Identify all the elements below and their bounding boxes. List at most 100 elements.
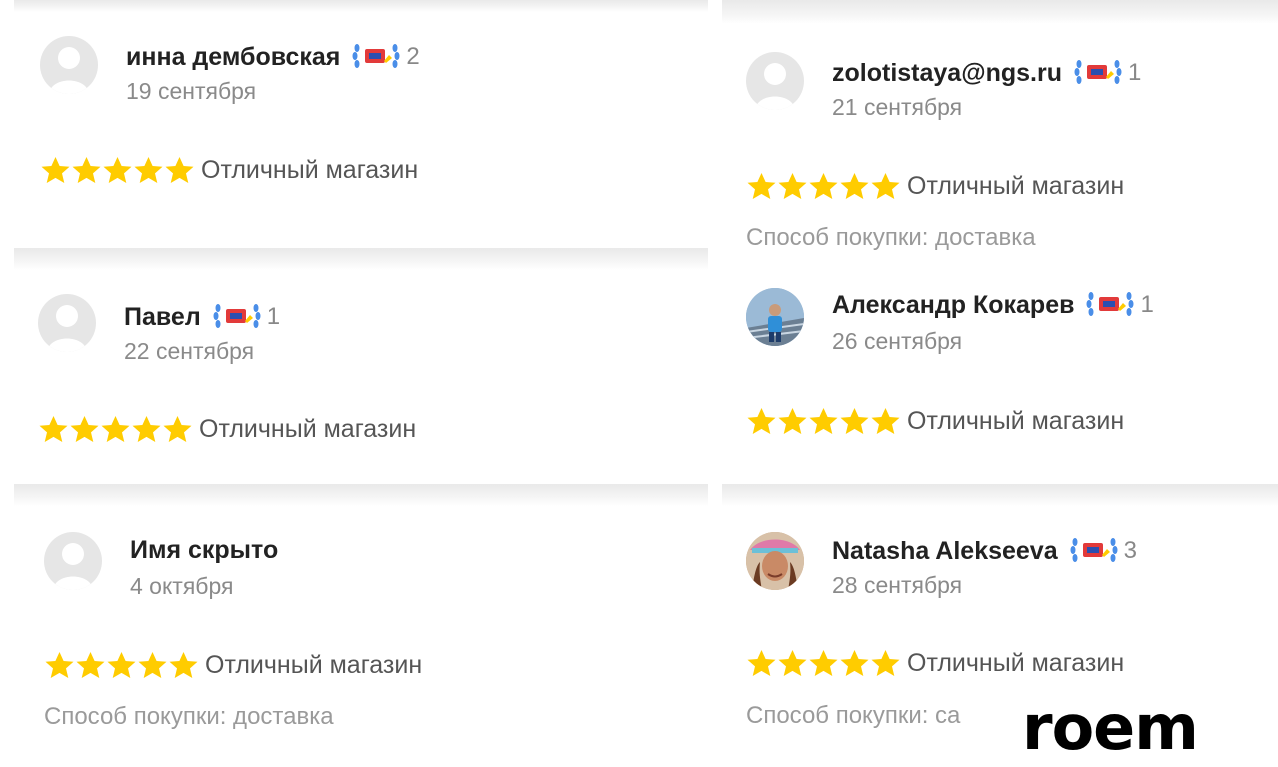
reviewer-name[interactable]: Имя скрыто bbox=[130, 536, 278, 565]
purchase-method: Способ покупки: доставка bbox=[44, 703, 334, 730]
star-icon bbox=[102, 155, 133, 185]
star-icon bbox=[777, 171, 808, 201]
review-count: 3 bbox=[1123, 537, 1137, 564]
star-icon bbox=[38, 414, 69, 444]
purchase-method: Способ покупки: самовывоз bbox=[746, 458, 1057, 460]
star-icon bbox=[870, 648, 901, 678]
card-divider bbox=[14, 484, 708, 506]
avatar[interactable] bbox=[38, 294, 96, 352]
star-icon bbox=[71, 155, 102, 185]
star-icon bbox=[162, 414, 193, 444]
review-date: 4 октября bbox=[130, 573, 234, 599]
purchase-method: Способ покупки: доставка bbox=[746, 224, 1036, 251]
rating: Отличный магазин bbox=[44, 650, 422, 680]
star-rating bbox=[746, 406, 901, 436]
star-icon bbox=[870, 171, 901, 201]
review-date: 22 сентября bbox=[124, 338, 255, 364]
star-rating bbox=[44, 650, 199, 680]
card-divider bbox=[14, 248, 708, 270]
star-icon bbox=[40, 155, 71, 185]
star-icon bbox=[870, 406, 901, 436]
card-divider bbox=[722, 484, 1278, 506]
star-rating bbox=[40, 155, 195, 185]
rating: Отличный магазин bbox=[746, 171, 1124, 201]
reviewer-name-text: Имя скрыто bbox=[130, 536, 279, 564]
purchase-method: Способ покупки: доставка bbox=[40, 206, 330, 208]
review-title: Отличный магазин bbox=[907, 648, 1125, 677]
star-icon bbox=[777, 648, 808, 678]
star-icon bbox=[131, 414, 162, 444]
review-date: 28 сентября bbox=[832, 572, 963, 598]
star-icon bbox=[44, 650, 75, 680]
user-silhouette-icon bbox=[53, 543, 93, 590]
user-silhouette-icon bbox=[755, 63, 795, 110]
avatar[interactable] bbox=[40, 36, 98, 94]
review-date: 26 сентября bbox=[832, 328, 963, 354]
rating: Отличный магазин bbox=[746, 648, 1124, 678]
purchase-method: Способ покупки: са bbox=[746, 702, 961, 729]
review-card: zolotistaya@ngs.ru 1 21 сентября Отличны… bbox=[722, 0, 1278, 254]
star-icon bbox=[808, 171, 839, 201]
star-icon bbox=[808, 406, 839, 436]
avatar[interactable] bbox=[746, 532, 804, 590]
review-title: Отличный магазин bbox=[907, 171, 1125, 200]
star-icon bbox=[777, 406, 808, 436]
rating: Отличный магазин bbox=[38, 414, 416, 444]
review-title: Отличный магазин bbox=[205, 650, 423, 679]
review-count: 1 bbox=[1127, 59, 1142, 86]
laurel-badge-icon bbox=[211, 300, 263, 334]
star-icon bbox=[106, 650, 137, 680]
reviewer-name-text: zolotistaya@ngs.ru bbox=[832, 58, 1062, 87]
reviewer-name[interactable]: Павел 1 bbox=[124, 300, 280, 334]
review-title: Отличный магазин bbox=[199, 414, 417, 443]
reviewer-name[interactable]: инна дембовская 2 bbox=[126, 40, 420, 74]
user-photo-icon bbox=[746, 532, 804, 590]
review-count: 1 bbox=[1140, 291, 1154, 318]
review-date: 21 сентября bbox=[832, 94, 963, 120]
star-icon bbox=[746, 171, 777, 201]
laurel-badge-icon bbox=[1068, 534, 1120, 568]
reviewer-name[interactable]: Natasha Alekseeva 3 bbox=[832, 534, 1137, 568]
star-icon bbox=[137, 650, 168, 680]
star-icon bbox=[75, 650, 106, 680]
watermark-logo: roem bbox=[1014, 688, 1278, 767]
laurel-badge-icon bbox=[350, 40, 402, 74]
star-rating bbox=[746, 171, 901, 201]
star-icon bbox=[839, 406, 870, 436]
star-icon bbox=[69, 414, 100, 444]
reviewer-name[interactable]: zolotistaya@ngs.ru 1 bbox=[832, 56, 1141, 90]
reviewer-name[interactable]: Александр Кокарев 1 bbox=[832, 288, 1154, 322]
star-icon bbox=[839, 648, 870, 678]
star-rating bbox=[746, 648, 901, 678]
card-divider bbox=[722, 0, 1278, 24]
star-icon bbox=[808, 648, 839, 678]
reviewer-name-text: инна дембовская bbox=[126, 42, 341, 71]
reviewer-name-text: Павел bbox=[124, 302, 201, 331]
star-rating bbox=[38, 414, 193, 444]
reviewer-name-text: Natasha Alekseeva bbox=[832, 536, 1058, 565]
review-card: Имя скрыто 4 октября Отличный магазин Сп… bbox=[14, 484, 708, 767]
star-icon bbox=[839, 171, 870, 201]
star-icon bbox=[100, 414, 131, 444]
review-card: инна дембовская 2 19 сентября Отличный м… bbox=[14, 0, 708, 246]
reviewer-name-text: Александр Кокарев bbox=[832, 290, 1075, 319]
review-date: 19 сентября bbox=[126, 78, 257, 104]
star-icon bbox=[746, 406, 777, 436]
card-divider bbox=[14, 0, 708, 12]
star-icon bbox=[168, 650, 199, 680]
avatar[interactable] bbox=[44, 532, 102, 590]
laurel-badge-icon bbox=[1072, 56, 1124, 90]
laurel-badge-icon bbox=[1084, 288, 1136, 322]
user-silhouette-icon bbox=[49, 47, 89, 94]
review-card: Павел 1 22 сентября Отличный магазин bbox=[14, 248, 708, 484]
star-icon bbox=[164, 155, 195, 185]
review-title: Отличный магазин bbox=[201, 155, 419, 184]
star-icon bbox=[746, 648, 777, 678]
avatar[interactable] bbox=[746, 288, 804, 346]
user-photo-icon bbox=[746, 288, 804, 346]
star-icon bbox=[133, 155, 164, 185]
user-silhouette-icon bbox=[47, 305, 87, 352]
rating: Отличный магазин bbox=[40, 155, 418, 185]
avatar[interactable] bbox=[746, 52, 804, 110]
rating: Отличный магазин bbox=[746, 406, 1124, 436]
